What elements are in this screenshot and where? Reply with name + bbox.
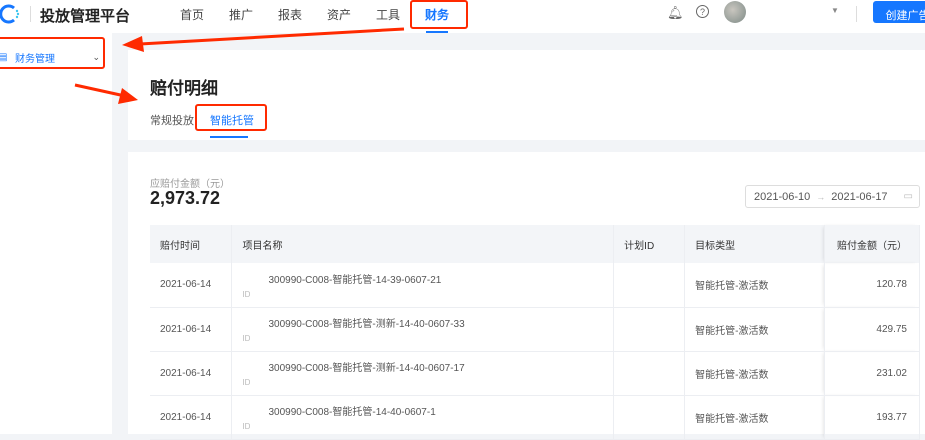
cell-project: 300990-C008-智能托管-14-40-0607-1 ID xyxy=(231,395,615,440)
avatar[interactable] xyxy=(724,1,746,23)
caret-down-icon[interactable]: ▼ xyxy=(831,6,839,15)
table-header-row: 赔付时间 项目名称 计划ID 目标类型 赔付金额（元） xyxy=(150,225,920,263)
calendar-icon: ▭ xyxy=(903,191,913,202)
tab-active-indicator xyxy=(210,136,248,138)
cell-target-type: 智能托管-激活数 xyxy=(684,307,826,352)
cell-project: 300990-C008-智能托管-测新-14-40-0607-33 ID xyxy=(231,307,615,352)
bell-icon[interactable]: 🔔︎ xyxy=(667,5,684,21)
column-header-plan-id[interactable]: 计划ID xyxy=(613,225,686,263)
column-header-name[interactable]: 项目名称 xyxy=(231,225,615,263)
sidebar-item-label: 财务管理 xyxy=(15,53,55,65)
project-name[interactable]: 300990-C008-智能托管-14-40-0607-1 xyxy=(242,403,613,418)
nav-active-indicator xyxy=(426,31,448,33)
cell-amount: 231.02 xyxy=(824,351,920,396)
column-header-time[interactable]: 赔付时间 xyxy=(150,225,233,263)
create-ad-button[interactable]: 创建广告 xyxy=(873,1,925,23)
cell-plan-id xyxy=(613,351,686,396)
nav-reports[interactable]: 报表 xyxy=(278,6,302,23)
content-card: 应赔付金额（元） 2,973.72 2021-06-10 → 2021-06-1… xyxy=(128,152,925,440)
project-id: ID xyxy=(242,422,251,431)
help-icon[interactable]: ? xyxy=(696,5,709,18)
date-end[interactable]: 2021-06-17 xyxy=(831,191,887,203)
table-row: 2021-06-14 300990-C008-智能托管-测新-14-40-060… xyxy=(150,351,920,396)
top-nav-bar: 投放管理平台 首页 推广 报表 资产 工具 财务 🔔︎ ? ▼ 创建广告 xyxy=(0,0,925,33)
sidebar: ▤ 财务管理 ⌄ xyxy=(0,33,112,434)
nav-tools[interactable]: 工具 xyxy=(376,6,400,23)
cell-time: 2021-06-14 xyxy=(150,263,233,308)
cell-amount: 120.78 xyxy=(824,263,920,308)
nav-finance[interactable]: 财务 xyxy=(425,6,449,23)
cell-target-type: 智能托管-激活数 xyxy=(684,351,826,396)
divider xyxy=(856,6,857,22)
date-start[interactable]: 2021-06-10 xyxy=(754,191,810,203)
column-header-amount[interactable]: 赔付金额（元） xyxy=(824,225,920,263)
project-id: ID xyxy=(242,289,251,299)
project-id: ID xyxy=(242,378,251,387)
cell-time: 2021-06-14 xyxy=(150,395,233,440)
cell-plan-id xyxy=(613,263,686,308)
summary-value: 2,973.72 xyxy=(150,188,221,208)
cell-plan-id xyxy=(613,307,686,352)
table-row: 2021-06-14 300990-C008-智能托管-测新-14-40-060… xyxy=(150,307,920,352)
nav-assets[interactable]: 资产 xyxy=(327,6,351,23)
cell-amount: 429.75 xyxy=(824,307,920,352)
nav-home[interactable]: 首页 xyxy=(180,6,204,23)
cell-project: 300990-C008-智能托管-14-39-0607-21 ID xyxy=(231,263,615,308)
compensation-table: 赔付时间 项目名称 计划ID 目标类型 赔付金额（元） 2021-06-14 3… xyxy=(150,225,920,440)
page-title: 赔付明细 xyxy=(150,79,218,98)
cell-time: 2021-06-14 xyxy=(150,351,233,396)
column-header-target-type[interactable]: 目标类型 xyxy=(684,225,826,263)
project-name[interactable]: 300990-C008-智能托管-测新-14-40-0607-33 xyxy=(242,315,613,330)
date-range-picker[interactable]: 2021-06-10 → 2021-06-17 ▭ xyxy=(745,185,920,208)
table-row: 2021-06-14 300990-C008-智能托管-14-39-0607-2… xyxy=(150,263,920,308)
tab-smart-managed[interactable]: 智能托管 xyxy=(210,112,254,128)
cell-time: 2021-06-14 xyxy=(150,307,233,352)
sidebar-item-finance-management[interactable]: ▤ 财务管理 ⌄ xyxy=(0,47,104,67)
page-header: 赔付明细 常规投放 智能托管 xyxy=(128,50,925,140)
finance-icon: ▤ xyxy=(0,51,8,63)
cell-project: 300990-C008-智能托管-测新-14-40-0607-17 ID xyxy=(231,351,615,396)
project-id: ID xyxy=(242,334,251,343)
cell-amount: 193.77 xyxy=(824,395,920,440)
arrow-right-icon: → xyxy=(816,191,826,202)
divider xyxy=(30,6,31,22)
project-name[interactable]: 300990-C008-智能托管-测新-14-40-0607-17 xyxy=(242,359,613,374)
nav-promotion[interactable]: 推广 xyxy=(229,6,253,23)
app-title: 投放管理平台 xyxy=(40,8,131,25)
table-row: 2021-06-14 300990-C008-智能托管-14-40-0607-1… xyxy=(150,395,920,440)
cell-plan-id xyxy=(613,395,686,440)
chevron-down-icon: ⌄ xyxy=(92,51,100,62)
logo-icon xyxy=(0,4,20,24)
cell-target-type: 智能托管-激活数 xyxy=(684,263,826,308)
cell-target-type: 智能托管-激活数 xyxy=(684,395,826,440)
tab-regular[interactable]: 常规投放 xyxy=(150,112,194,128)
project-name[interactable]: 300990-C008-智能托管-14-39-0607-21 xyxy=(242,271,613,286)
